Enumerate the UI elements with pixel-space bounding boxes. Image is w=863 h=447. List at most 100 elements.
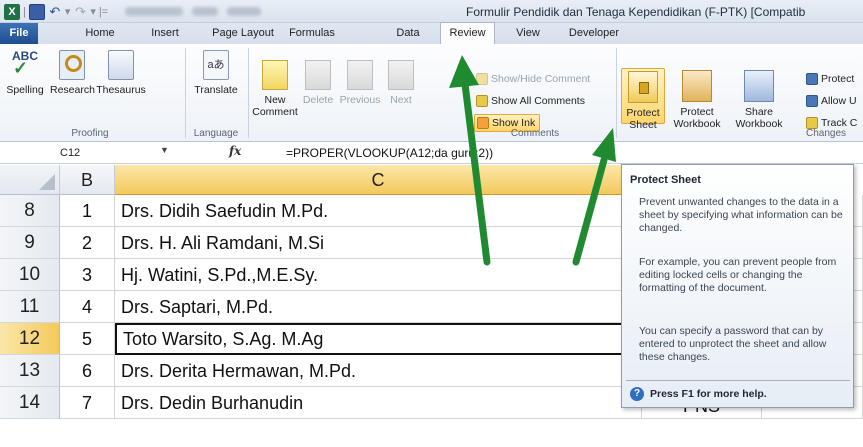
row-header[interactable]: 13 [0, 355, 60, 387]
delete-comment-label: Delete [302, 94, 334, 106]
protect-sheet-tooltip: Protect Sheet Prevent unwanted changes t… [621, 164, 854, 408]
delete-comment-button[interactable]: Delete [300, 60, 336, 106]
save-icon[interactable] [28, 3, 45, 20]
cell-name[interactable]: Hj. Watini, S.Pd.,M.E.Sy. [115, 259, 642, 291]
blurred-title-segment [227, 7, 262, 16]
tooltip-title: Protect Sheet [630, 174, 701, 186]
ribbon-tabs: File Home Insert Page Layout Formulas Da… [0, 22, 863, 44]
protect-share-label: Protect [821, 73, 855, 85]
formula-bar: C12 ▼ fx =PROPER(VLOOKUP(A12;da guru;2)) [0, 142, 863, 164]
tab-page-layout[interactable]: Page Layout [211, 23, 275, 44]
group-label-language: Language [193, 128, 239, 139]
tab-review[interactable]: Review [440, 22, 495, 44]
protect-sheet-label-line1: Protect [626, 107, 660, 119]
customize-qat-icon[interactable]: |= [99, 6, 108, 18]
blurred-title-segment [192, 7, 219, 16]
protect-workbook-label-line2: Workbook [673, 118, 721, 130]
group-label-comments: Comments [510, 128, 560, 139]
tab-developer[interactable]: Developer [563, 23, 625, 44]
undo-dropdown-icon[interactable]: ▾ [65, 5, 71, 18]
ribbon: ABC ✓ Spelling Research Thesaurus Proofin… [0, 44, 863, 142]
group-divider [248, 48, 249, 138]
cell-name[interactable]: Drs. Saptari, M.Pd. [115, 291, 642, 323]
cell-number[interactable]: 4 [60, 291, 115, 323]
protect-workbook-button[interactable]: Protect Workbook [668, 70, 726, 130]
redo-icon[interactable]: ↷ [73, 4, 87, 20]
new-comment-icon [262, 60, 288, 90]
spelling-icon: ABC ✓ [12, 49, 38, 78]
protect-and-share-button[interactable]: Protect [806, 70, 854, 88]
tooltip-divider [626, 380, 850, 381]
cell-number[interactable]: 2 [60, 227, 115, 259]
group-divider [185, 48, 186, 138]
row-header[interactable]: 10 [0, 259, 60, 291]
previous-comment-button[interactable]: Previous [338, 60, 382, 106]
spelling-button[interactable]: ABC ✓ Spelling [2, 50, 48, 96]
next-comment-label: Next [390, 94, 412, 106]
cell-number[interactable]: 5 [60, 323, 115, 355]
insert-function-icon[interactable]: fx [229, 144, 241, 158]
active-cell[interactable]: Toto Warsito, S.Ag. M.Ag [115, 323, 642, 355]
group-label-proofing: Proofing [71, 128, 109, 139]
cell-name[interactable]: Drs. Derita Hermawan, M.Pd. [115, 355, 642, 387]
undo-icon[interactable]: ↶ [48, 4, 62, 20]
translate-icon: aあ [203, 50, 229, 80]
formula-input[interactable]: =PROPER(VLOOKUP(A12;da guru;2)) [286, 146, 493, 160]
cell-name[interactable]: Drs. H. Ali Ramdani, M.Si [115, 227, 642, 259]
row-header[interactable]: 11 [0, 291, 60, 323]
show-all-comments-button[interactable]: Show All Comments [476, 92, 585, 110]
show-all-comments-icon [476, 95, 488, 107]
protect-sheet-button[interactable]: Protect Sheet [621, 68, 665, 131]
cell-number[interactable]: 3 [60, 259, 115, 291]
thesaurus-button[interactable]: Thesaurus [96, 50, 146, 96]
redo-dropdown-icon[interactable]: ▾ [90, 5, 96, 18]
cell-name[interactable]: Drs. Didih Saefudin M.Pd. [115, 195, 642, 227]
cell-number[interactable]: 6 [60, 355, 115, 387]
column-header-c[interactable]: C [115, 165, 642, 195]
new-comment-label-line2: Comment [252, 106, 298, 118]
column-header-b[interactable]: B [60, 165, 115, 195]
cell-number[interactable]: 7 [60, 387, 115, 419]
tooltip-paragraph: Prevent unwanted changes to the data in … [639, 196, 843, 234]
protect-sheet-label-line2: Sheet [629, 119, 657, 131]
cell-number[interactable]: 1 [60, 195, 115, 227]
new-comment-button[interactable]: New Comment [252, 60, 298, 118]
tab-formulas[interactable]: Formulas [282, 23, 342, 44]
row-header[interactable]: 12 [0, 323, 60, 355]
name-box-dropdown-icon[interactable]: ▼ [160, 145, 169, 155]
research-button[interactable]: Research [50, 50, 95, 96]
select-all-corner[interactable] [0, 165, 60, 195]
cell-name[interactable]: Drs. Dedin Burhanudin [115, 387, 642, 419]
share-workbook-button[interactable]: Share Workbook [728, 70, 790, 130]
help-icon: ? [630, 387, 644, 401]
tooltip-paragraph: For example, you can prevent people from… [639, 256, 837, 294]
allow-users-label: Allow U [821, 95, 857, 107]
protect-share-icon [806, 73, 818, 85]
next-comment-button[interactable]: Next [384, 60, 418, 106]
protect-sheet-icon [628, 71, 658, 103]
row-header[interactable]: 9 [0, 227, 60, 259]
protect-workbook-icon [682, 70, 712, 102]
delete-comment-icon [305, 60, 331, 90]
show-hide-comment-button[interactable]: Show/Hide Comment [476, 70, 590, 88]
qat-separator: | [23, 5, 26, 18]
new-comment-label-line1: New [264, 94, 286, 106]
tab-home[interactable]: Home [80, 23, 120, 44]
tab-data[interactable]: Data [391, 23, 425, 44]
excel-icon[interactable]: X [4, 3, 20, 20]
allow-users-button[interactable]: Allow U [806, 92, 857, 110]
group-divider [616, 48, 617, 138]
thesaurus-icon [108, 50, 134, 80]
row-header[interactable]: 14 [0, 387, 60, 419]
tab-file[interactable]: File [0, 23, 38, 44]
blurred-title-segment [125, 7, 184, 16]
tab-view[interactable]: View [508, 23, 548, 44]
research-label: Research [50, 84, 95, 96]
tooltip-help-label: Press F1 for more help. [650, 388, 767, 400]
row-header[interactable]: 8 [0, 195, 60, 227]
translate-button[interactable]: aあ Translate [190, 50, 242, 96]
name-box[interactable]: C12 [60, 145, 150, 161]
share-workbook-icon [744, 70, 774, 102]
tab-insert[interactable]: Insert [145, 23, 185, 44]
protect-workbook-label-line1: Protect [680, 106, 714, 118]
